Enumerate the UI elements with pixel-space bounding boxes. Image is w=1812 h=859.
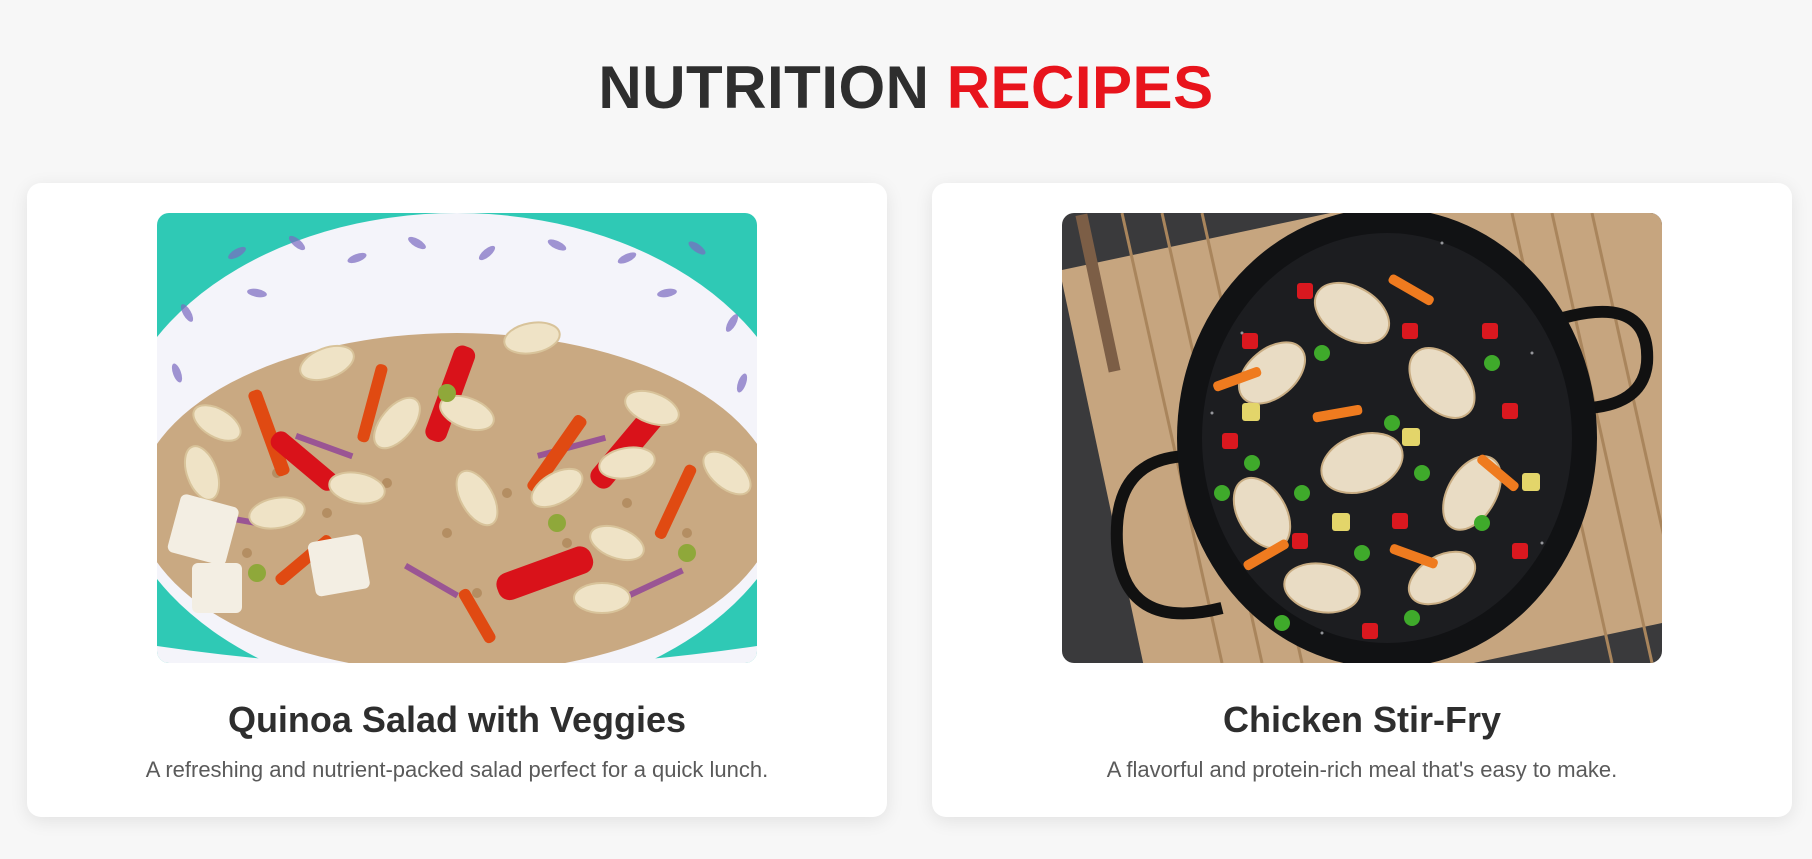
page-title-part1: NUTRITION (598, 54, 930, 121)
quinoa-salad-photo[interactable] (157, 213, 757, 663)
page-title-part2: RECIPES (946, 54, 1214, 121)
page-title: NUTRITION RECIPES (0, 48, 1812, 128)
recipe-title[interactable]: Quinoa Salad with Veggies (27, 698, 887, 742)
quinoa-salad-illustration (157, 213, 757, 663)
recipe-card-list: Quinoa Salad with Veggies A refreshing a… (27, 183, 1792, 817)
recipes-page: NUTRITION RECIPES Quinoa Salad with Vegg… (0, 0, 1812, 859)
chicken-stir-fry-illustration (1062, 213, 1662, 663)
recipe-title[interactable]: Chicken Stir-Fry (932, 698, 1792, 742)
recipe-card-quinoa-salad[interactable]: Quinoa Salad with Veggies A refreshing a… (27, 183, 887, 817)
recipe-description: A flavorful and protein-rich meal that's… (1106, 757, 1618, 782)
recipe-card-chicken-stir-fry[interactable]: Chicken Stir-Fry A flavorful and protein… (932, 183, 1792, 817)
recipe-description: A refreshing and nutrient-packed salad p… (145, 757, 769, 782)
chicken-stir-fry-photo[interactable] (1062, 213, 1662, 663)
